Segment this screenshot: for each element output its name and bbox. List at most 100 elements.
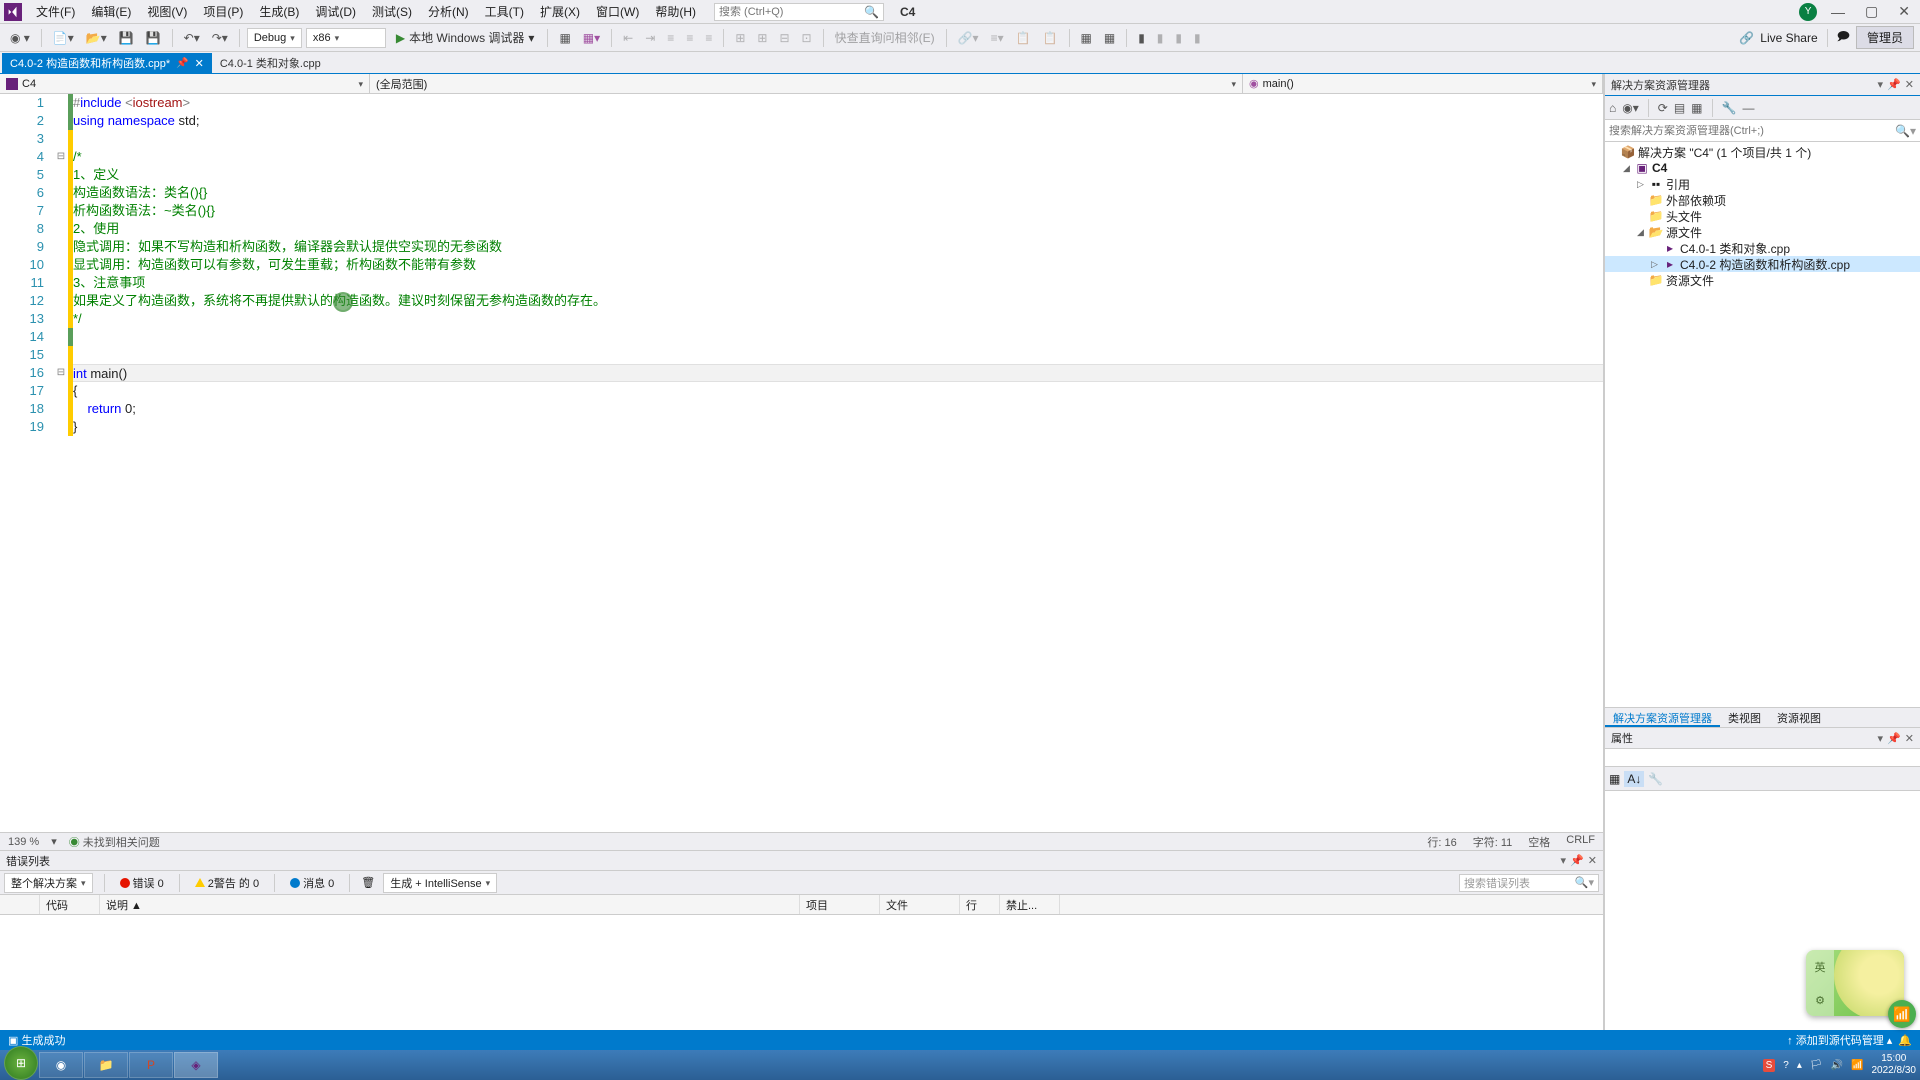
tree-sources-node[interactable]: ◢📂源文件 [1605,224,1920,240]
menu-工具(T)[interactable]: 工具(T) [477,1,532,22]
bm-btn-1[interactable]: ▮ [1153,29,1168,47]
tree-resources-node[interactable]: 📁资源文件 [1605,272,1920,288]
quick-search[interactable]: 🔍 [714,3,884,21]
zoom-level[interactable]: 139 % [8,836,39,848]
start-button[interactable]: ⊞ [4,1046,38,1080]
pin-icon[interactable]: 📌 [176,58,188,69]
redo-button[interactable]: ↷▾ [208,29,232,47]
error-source-combo[interactable]: 生成 + IntelliSense [383,873,497,893]
tray-help-icon[interactable]: ? [1783,1060,1789,1071]
platform-combo[interactable]: x86 [306,28,386,48]
tree-solution-node[interactable]: 📦解决方案 "C4" (1 个项目/共 1 个) [1605,144,1920,160]
task-explorer[interactable]: 📁 [84,1052,128,1078]
fmt-btn-3[interactable]: ≡ [701,29,716,47]
error-search[interactable]: 搜索错误列表🔍▾ [1459,874,1599,892]
tool-btn-b[interactable]: ≡▾ [987,29,1008,47]
eol-mode[interactable]: CRLF [1566,834,1595,850]
filter-warnings[interactable]: 2警告 的 0 [191,874,263,892]
task-vs[interactable]: ◈ [174,1052,218,1078]
filter-messages[interactable]: 消息 0 [286,874,338,892]
panel-pin-icon[interactable]: 📌 [1570,854,1584,867]
bm-btn-3[interactable]: ▮ [1190,29,1205,47]
minimize-icon[interactable]: — [1825,4,1851,20]
error-col-header[interactable]: 代码 [40,895,100,914]
document-tab[interactable]: C4.0-1 类和对象.cpp [212,53,329,73]
indent-btn[interactable]: ⇤ [619,29,637,47]
tray-ime-icon[interactable]: S [1763,1059,1776,1072]
start-debug-button[interactable]: ▶本地 Windows 调试器▾ [390,27,541,48]
quick-replace-btn[interactable]: 快查直询问相邻(E) [831,27,939,48]
fmt-btn-5[interactable]: ⊞ [753,29,771,47]
sync-icon[interactable]: ⟳ [1658,101,1668,115]
fmt-btn-7[interactable]: ⊡ [798,29,816,47]
menu-扩展(X)[interactable]: 扩展(X) [532,1,588,22]
tray-vol-icon[interactable]: 🔊 [1831,1060,1843,1071]
maximize-icon[interactable]: ▢ [1859,3,1884,20]
task-chrome[interactable]: ◉ [39,1052,83,1078]
wifi-float-icon[interactable]: 📶 [1888,1000,1916,1028]
menu-生成(B)[interactable]: 生成(B) [251,1,307,22]
error-scope-combo[interactable]: 整个解决方案 [4,873,93,893]
tool-btn-2[interactable]: ▦▾ [579,29,604,47]
outdent-btn[interactable]: ⇥ [641,29,659,47]
props-az-icon[interactable]: A↓ [1624,771,1644,787]
feedback-icon[interactable]: 🗩 [1837,27,1850,48]
live-share-button[interactable]: Live Share [1760,31,1817,45]
save-all-button[interactable]: 💾 [142,29,165,47]
undo-button[interactable]: ↶▾ [180,29,204,47]
code-editor[interactable]: 12345678910111213141516171819 ⊟⊟ #includ… [0,94,1603,832]
nav-icon[interactable]: ◉▾ [1622,101,1639,115]
notifications-icon[interactable]: 🔔 [1898,1034,1912,1047]
props-icon[interactable]: 🔧 [1722,101,1737,115]
back-button[interactable]: ◉ ▾ [6,29,34,47]
props-dropdown-icon[interactable]: ▾ [1878,732,1884,745]
props-tool-icon[interactable]: 🔧 [1648,772,1663,786]
solution-search-input[interactable] [1609,125,1895,137]
fmt-btn-6[interactable]: ⊟ [775,29,793,47]
tray-net-icon[interactable]: 📶 [1851,1060,1863,1071]
menu-分析(N)[interactable]: 分析(N) [420,1,477,22]
menu-文件(F)[interactable]: 文件(F) [28,1,83,22]
save-button[interactable]: 💾 [115,29,138,47]
side-tab[interactable]: 资源视图 [1769,708,1829,727]
close-icon[interactable]: ✕ [1892,3,1916,20]
error-col-header[interactable] [0,895,40,914]
side-dropdown-icon[interactable]: ▾ [1878,78,1884,91]
menu-调试(D)[interactable]: 调试(D) [307,1,364,22]
menu-编辑(E)[interactable]: 编辑(E) [83,1,139,22]
props-cat-icon[interactable]: ▦ [1609,772,1620,786]
preview-icon[interactable]: — [1742,101,1754,115]
tool-btn-e[interactable]: ▦ [1077,29,1096,47]
menu-窗口(W)[interactable]: 窗口(W) [588,1,647,22]
tree-file-2[interactable]: ▷▸C4.0-2 构造函数和析构函数.cpp [1605,256,1920,272]
new-item-button[interactable]: 📄▾ [49,29,78,47]
error-col-header[interactable]: 文件 [880,895,960,914]
tree-file-1[interactable]: ▸C4.0-1 类和对象.cpp [1605,240,1920,256]
document-tab[interactable]: C4.0-2 构造函数和析构函数.cpp*📌✕ [2,53,212,73]
side-close-icon[interactable]: ✕ [1905,78,1914,91]
config-combo[interactable]: Debug [247,28,302,48]
close-tab-icon[interactable]: ✕ [195,57,204,70]
error-col-header[interactable]: 禁止... [1000,895,1060,914]
tree-project-node[interactable]: ◢▣C4 [1605,160,1920,176]
panel-close-icon[interactable]: ✕ [1588,854,1597,867]
menu-帮助(H)[interactable]: 帮助(H) [647,1,704,22]
tray-expand-icon[interactable]: ▴ [1797,1060,1802,1071]
panel-dropdown-icon[interactable]: ▾ [1561,854,1567,867]
props-close-icon[interactable]: ✕ [1905,732,1914,745]
tree-headers-node[interactable]: 📁头文件 [1605,208,1920,224]
tray-flag-icon[interactable]: 🏳 [1810,1060,1823,1071]
error-col-header[interactable]: 说明 ▲ [100,895,800,914]
tree-refs-node[interactable]: ▷▪▪引用 [1605,176,1920,192]
filter-errors[interactable]: 错误 0 [116,874,168,892]
context-scope[interactable]: (全局范围) [370,74,1243,93]
context-project[interactable]: C4 [0,74,370,93]
user-avatar[interactable]: Y [1799,3,1817,21]
fmt-btn-2[interactable]: ≡ [682,29,697,47]
tool-btn-c[interactable]: 📋 [1012,29,1035,47]
fmt-btn-4[interactable]: ⊞ [731,29,749,47]
filter-btn[interactable]: 🗑 [361,876,375,889]
collapse-icon[interactable]: ▤ [1674,101,1685,115]
solution-tree[interactable]: 📦解决方案 "C4" (1 个项目/共 1 个) ◢▣C4 ▷▪▪引用 📁外部依… [1605,142,1920,707]
fmt-btn-1[interactable]: ≡ [663,29,678,47]
